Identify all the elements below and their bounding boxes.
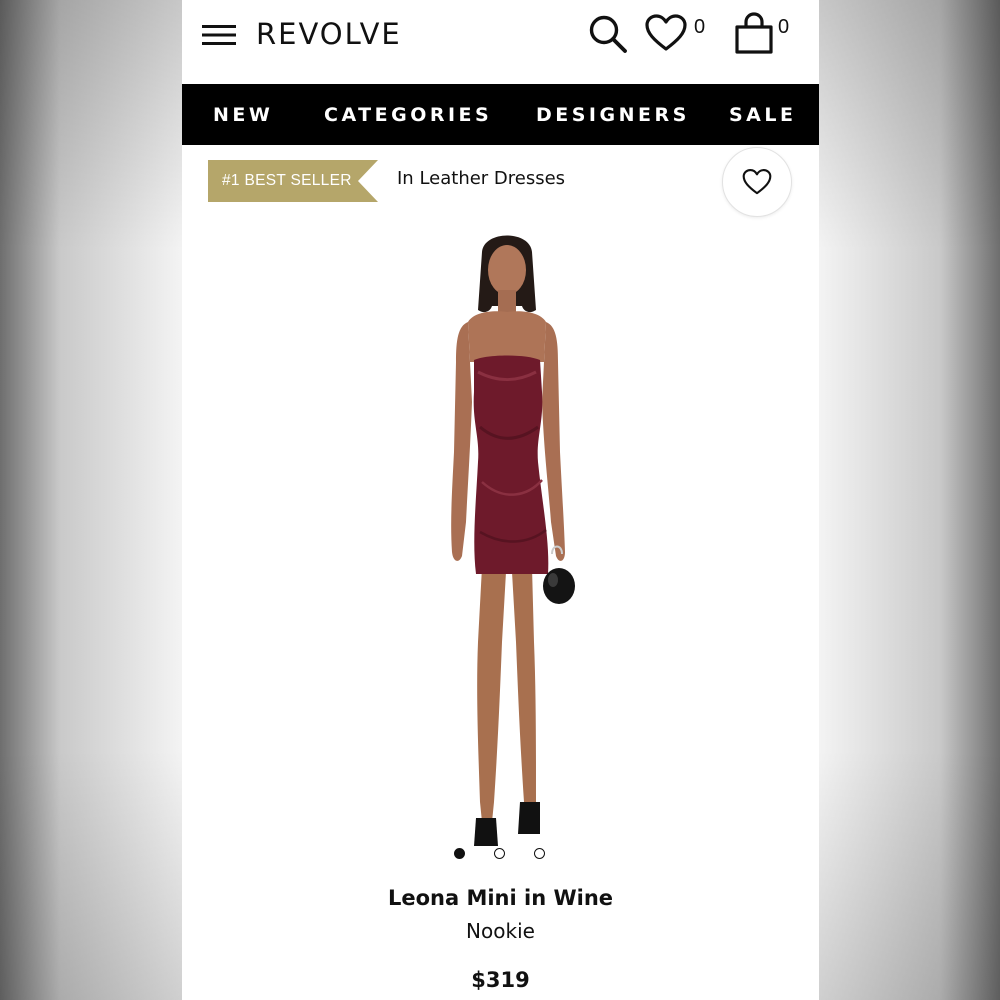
carousel-dot-2[interactable]	[494, 848, 505, 859]
nav-item-sale[interactable]: SALE	[729, 84, 796, 145]
app-screen: REVOLVE 0 0 NEW CATEGORIES DESIGNERS SAL…	[182, 0, 819, 1000]
menu-icon[interactable]	[202, 22, 236, 48]
category-nav: NEW CATEGORIES DESIGNERS SALE	[182, 84, 819, 145]
best-seller-badge: #1 BEST SELLER	[208, 160, 378, 202]
bag-count: 0	[778, 16, 790, 38]
heart-icon[interactable]	[644, 13, 688, 53]
image-carousel-indicator	[454, 848, 554, 864]
carousel-dot-3[interactable]	[534, 848, 545, 859]
favorite-button[interactable]	[722, 147, 792, 217]
product-title[interactable]: Leona Mini in Wine	[182, 886, 819, 910]
nav-item-categories[interactable]: CATEGORIES	[324, 84, 492, 145]
nav-item-designers[interactable]: DESIGNERS	[536, 84, 690, 145]
product-image[interactable]	[412, 222, 602, 872]
shopping-bag-icon[interactable]	[732, 11, 776, 55]
badge-label: #1 BEST SELLER	[222, 172, 352, 189]
product-price: $319	[471, 968, 530, 992]
carousel-dot-1[interactable]	[454, 848, 465, 859]
nav-item-new[interactable]: NEW	[213, 84, 273, 145]
search-icon[interactable]	[586, 12, 630, 56]
badge-category[interactable]: In Leather Dresses	[397, 168, 565, 189]
heart-outline-icon	[742, 169, 772, 195]
product-brand[interactable]: Nookie	[182, 919, 819, 943]
brand-logo[interactable]: REVOLVE	[256, 14, 402, 54]
wishlist-count: 0	[694, 16, 706, 38]
header: REVOLVE 0 0	[182, 0, 819, 84]
